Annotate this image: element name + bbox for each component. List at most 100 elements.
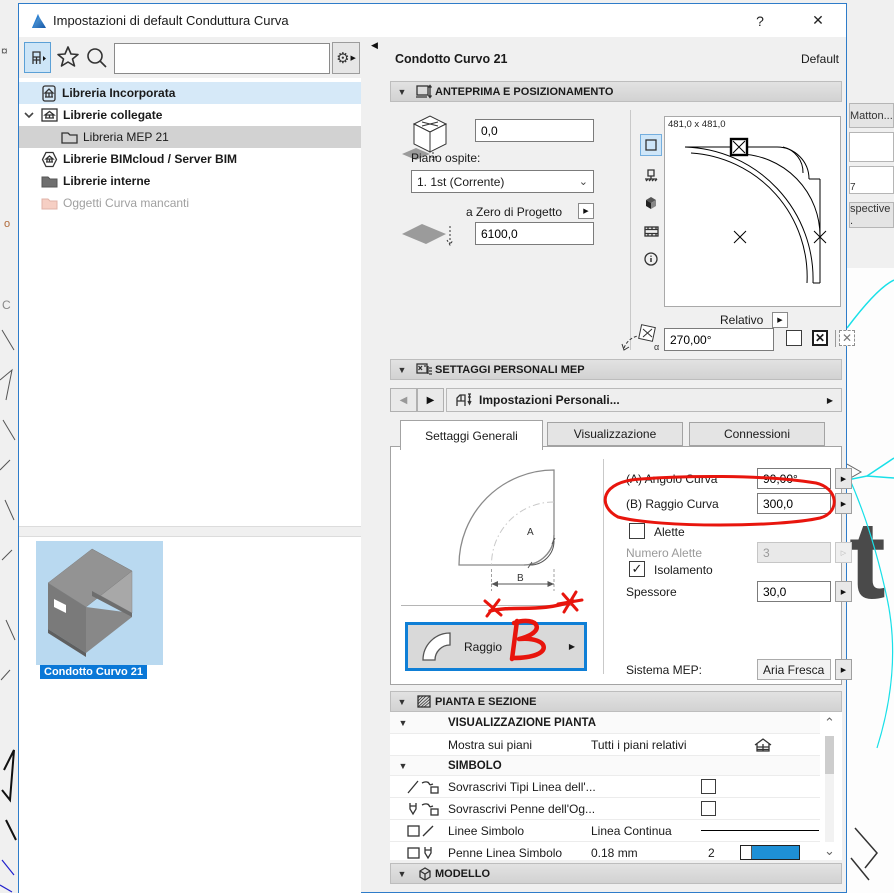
list-scroll-up-button[interactable]: ⌃ — [824, 716, 835, 729]
object-browser-icon — [31, 50, 46, 64]
radius-elbow-icon — [422, 631, 451, 661]
tab-connessioni[interactable]: Connessioni — [689, 422, 825, 446]
search-icon — [87, 48, 107, 68]
plan-row-show-on-storeys[interactable]: Mostra sui piani Tutti i piani relativi — [390, 734, 820, 756]
radius-type-label: Raggio — [464, 639, 503, 654]
settaggi-generali-panel: A B Raggio ▶ (A) Angolo Curva ▶ (B) Ragg… — [390, 446, 852, 685]
close-button[interactable]: ✕ — [798, 4, 838, 37]
plan-row-override-linetypes[interactable]: Sovrascrivi Tipi Linea dell'... — [390, 776, 820, 798]
vanes-checkbox[interactable] — [629, 523, 645, 539]
folder-icon — [61, 132, 78, 144]
preview-mode-animation-button[interactable] — [640, 220, 662, 242]
hotspot-checkbox-dashed[interactable]: ✕ — [839, 330, 855, 346]
library-settings-button[interactable]: ⚙ ▶ — [332, 42, 360, 74]
host-storey-select[interactable]: 1. 1st (Corrente) ⌄ — [411, 170, 594, 193]
tab-visualizzazione[interactable]: Visualizzazione — [547, 422, 683, 446]
symbol-pen-icon — [407, 846, 432, 859]
preview-mode-3d-button[interactable] — [640, 192, 662, 214]
section-settaggi-mep[interactable]: ▼ SETTAGGI PERSONALI MEP — [390, 359, 842, 380]
tree-item-librerie-collegate[interactable]: Librerie collegate — [19, 104, 361, 126]
chevron-down-icon: ⌄ — [578, 175, 588, 188]
vanes-count-label: Numero Alette — [626, 546, 703, 560]
info-icon — [644, 252, 658, 266]
library-view-button[interactable] — [24, 42, 51, 73]
thickness-label: Spessore — [626, 585, 677, 599]
hotspot-checkbox-checked[interactable]: ✕ — [812, 330, 828, 346]
diagram-dim-b: B — [517, 573, 524, 584]
plan-row-symbol-pen[interactable]: Penne Linea Simbolo 0.18 mm 2 — [390, 842, 820, 860]
plan-group-label: SIMBOLO — [448, 759, 502, 772]
tree-item-oggetti-mancanti[interactable]: Oggetti Curva mancanti — [19, 192, 361, 214]
mep-system-value-box[interactable]: Aria Fresca — [757, 659, 831, 680]
object-thumbnail-label[interactable]: Condotto Curvo 21 — [40, 665, 147, 679]
favorites-button[interactable] — [55, 44, 81, 70]
star-icon — [57, 46, 79, 67]
angle-flyout-button[interactable]: ▶ — [835, 468, 852, 489]
settings-dialog: Impostazioni di default Conduttura Curva… — [18, 3, 855, 893]
vanes-count-flyout-button: ▷ — [835, 542, 852, 563]
preview-mode-info-button[interactable] — [640, 248, 662, 270]
list-scrollbar-thumb[interactable] — [825, 736, 834, 774]
tree-item-librerie-interne[interactable]: Librerie interne — [19, 170, 361, 192]
mep-system-flyout-button[interactable]: ▶ — [835, 659, 852, 680]
override-linetypes-checkbox[interactable] — [701, 779, 716, 794]
personal-settings-bar[interactable]: Impostazioni Personali... ▶ — [446, 388, 842, 412]
radius-input[interactable] — [757, 493, 831, 514]
plan-row-override-pens[interactable]: Sovrascrivi Penne dell'Og... — [390, 798, 820, 820]
mirror-checkbox[interactable] — [786, 330, 802, 346]
tree-item-librerie-bimcloud[interactable]: Librerie BIMcloud / Server BIM — [19, 148, 361, 170]
section-pianta-sezione[interactable]: ▼ PIANTA E SEZIONE — [390, 691, 842, 712]
search-button[interactable] — [85, 46, 109, 70]
row-label: Sovrascrivi Tipi Linea dell'... — [448, 779, 596, 794]
tree-item-libreria-incorporata[interactable]: Libreria Incorporata — [19, 82, 361, 104]
radius-flyout-button[interactable]: ▶ — [835, 493, 852, 514]
flyout-arrow-icon: ▶ — [826, 395, 833, 405]
background-left-strip: ¤ o C — [0, 0, 18, 893]
mep-settings-icon — [416, 362, 432, 375]
tree-item-label: Librerie interne — [63, 174, 151, 188]
thickness-input[interactable] — [757, 581, 831, 602]
object-thumbnail[interactable] — [36, 541, 163, 665]
plan-row-symbol-lines[interactable]: Linee Simbolo Linea Continua — [390, 820, 820, 842]
symbol-preview-box[interactable]: 481,0 x 481,0 — [664, 116, 841, 307]
list-scroll-down-button[interactable]: ⌄ — [824, 844, 835, 857]
section-title: ANTEPRIMA E POSIZIONAMENTO — [435, 85, 614, 98]
help-button[interactable]: ? — [740, 4, 780, 37]
radius-type-dropdown[interactable]: Raggio ▶ — [405, 622, 587, 671]
tab-label: Connessioni — [723, 427, 791, 441]
override-pens-checkbox[interactable] — [701, 801, 716, 816]
list-scrollbar-track[interactable] — [825, 736, 834, 842]
dialog-titlebar[interactable]: Impostazioni di default Conduttura Curva… — [19, 4, 846, 37]
angle-input[interactable] — [757, 468, 831, 489]
offset-input[interactable] — [475, 119, 594, 142]
elevation-input[interactable] — [475, 222, 594, 245]
project-zero-flyout-button[interactable]: ▶ — [578, 203, 594, 219]
section-anteprima[interactable]: ▼ ANTEPRIMA E POSIZIONAMENTO — [390, 81, 842, 102]
pen-swatch-color — [752, 846, 799, 859]
preview-mode-2d-button[interactable] — [640, 134, 662, 156]
rotation-icon: α — [621, 324, 659, 352]
insulation-checkbox[interactable]: ✓ — [629, 561, 645, 577]
model-cube-icon — [418, 867, 431, 881]
object-3d-preview — [47, 548, 133, 657]
chevron-down-icon[interactable] — [23, 109, 35, 121]
background-field: Matton... — [849, 103, 894, 128]
preview-mode-front-button[interactable] — [640, 164, 662, 186]
pen-color-swatch[interactable] — [740, 845, 800, 860]
plan-group-visualizzazione[interactable]: ▼ VISUALIZZAZIONE PIANTA — [390, 712, 820, 734]
background-drawing: t — [847, 279, 894, 881]
plan-group-simbolo[interactable]: ▼ SIMBOLO — [390, 756, 820, 776]
nav-next-button[interactable]: ▶ — [417, 388, 444, 412]
relative-flyout-button[interactable]: ▶ — [772, 312, 788, 328]
tree-item-libreria-mep-21[interactable]: Libreria MEP 21 — [19, 126, 361, 148]
thickness-flyout-button[interactable]: ▶ — [835, 581, 852, 602]
tab-settaggi-generali[interactable]: Settaggi Generali — [400, 420, 543, 450]
background-letter: t — [849, 499, 886, 622]
rotation-input[interactable] — [664, 328, 774, 351]
cube-3d-icon — [646, 197, 656, 209]
panel-collapse-handle[interactable]: ◀ — [371, 40, 378, 51]
nav-previous-button[interactable]: ◀ — [390, 388, 417, 412]
section-modello[interactable]: ▼ MODELLO — [390, 863, 842, 884]
section-title: SETTAGGI PERSONALI MEP — [435, 363, 585, 376]
library-search-input[interactable] — [114, 43, 330, 74]
